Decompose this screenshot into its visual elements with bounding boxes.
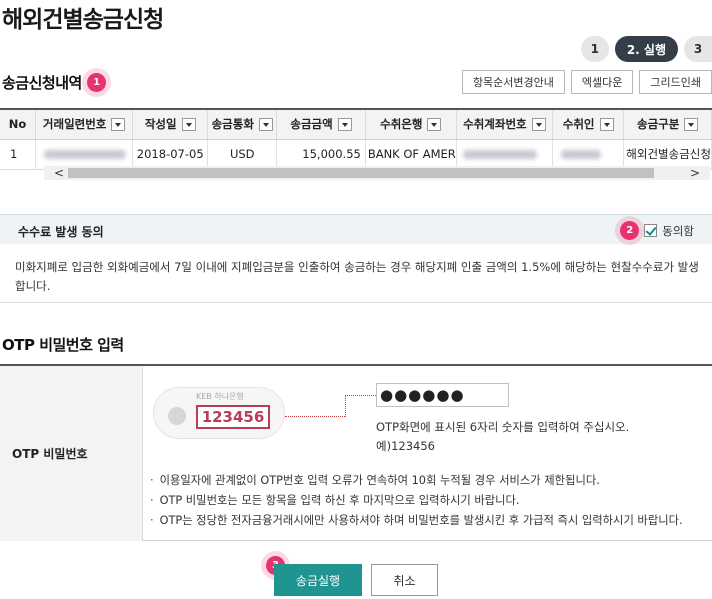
- cell-no: 1: [0, 139, 37, 170]
- scroll-thumb[interactable]: [68, 168, 654, 178]
- chevron-down-icon[interactable]: [684, 118, 699, 132]
- step-3: 3: [684, 36, 712, 62]
- otp-section-title: OTP 비밀번호 입력: [2, 336, 124, 354]
- chevron-down-icon[interactable]: [531, 118, 546, 132]
- otp-hint: OTP화면에 표시된 6자리 숫자를 입력하여 주십시오. 예)123456: [376, 418, 629, 456]
- col-amount-label: 송금금액: [290, 117, 333, 132]
- list-item: OTP는 정당한 전자금융거래시에만 사용하셔야 하며 비밀번호를 발생시킨 후…: [150, 511, 683, 531]
- col-currency-label: 송금통화: [211, 117, 254, 132]
- list-item: OTP 비밀번호는 모든 항목을 입력 하신 후 마지막으로 입력하시기 바랍니…: [150, 491, 683, 511]
- grid-header-row: No 거래일련번호 작성일 송금통화 송금금액 수취은행 수취계좌번호 수취인 …: [0, 108, 712, 140]
- step-indicator: 1 2. 실행 3: [580, 36, 712, 62]
- otp-card-button-icon: [168, 407, 186, 425]
- fee-consent-text: 미화지폐로 입금한 외화예금에서 7일 이내에 지폐입금분을 인출하여 송금하는…: [15, 260, 699, 293]
- otp-notices: 이용일자에 관계없이 OTP번호 입력 오류가 연속하여 10회 누적될 경우 …: [150, 471, 683, 531]
- agree-label[interactable]: 동의함: [662, 223, 694, 239]
- chevron-down-icon[interactable]: [111, 118, 126, 132]
- step-2-current: 2. 실행: [614, 36, 678, 62]
- chevron-down-icon[interactable]: [427, 118, 442, 132]
- chevron-down-icon[interactable]: [181, 118, 196, 132]
- col-amount[interactable]: 송금금액: [276, 108, 366, 140]
- connector-line: [345, 395, 376, 396]
- connector-line: [345, 395, 346, 417]
- badge-1: 1: [86, 73, 106, 92]
- agree-checkbox[interactable]: [644, 224, 658, 237]
- action-buttons: 송금실행 취소: [0, 564, 712, 596]
- grid-horizontal-scrollbar[interactable]: < >: [44, 166, 710, 180]
- fee-consent-bar: 수수료 발생 동의 2 동의함: [0, 214, 712, 244]
- otp-password-input[interactable]: ●●●●●●: [376, 383, 509, 407]
- cell-date: 2018-07-05: [132, 139, 209, 170]
- col-date-label: 작성일: [144, 117, 177, 132]
- cell-type: 해외건별송금신청: [623, 139, 712, 170]
- col-serial[interactable]: 거래일련번호: [35, 108, 134, 140]
- col-currency[interactable]: 송금통화: [207, 108, 278, 140]
- cell-currency: USD: [207, 139, 278, 170]
- remittance-grid: No 거래일련번호 작성일 송금통화 송금금액 수취은행 수취계좌번호 수취인 …: [0, 108, 712, 170]
- submit-remittance-button[interactable]: 송금실행: [274, 564, 362, 596]
- fee-agree-control[interactable]: 2 동의함: [620, 221, 694, 240]
- col-account[interactable]: 수취계좌번호: [456, 108, 554, 140]
- scroll-left-icon[interactable]: <: [54, 166, 64, 180]
- cell-serial-redacted: [35, 139, 134, 170]
- step-1: 1: [580, 36, 609, 62]
- otp-hint-text: OTP화면에 표시된 6자리 숫자를 입력하여 주십시오.: [376, 420, 630, 434]
- grid-print-button[interactable]: 그리드인쇄: [639, 70, 712, 94]
- cancel-button[interactable]: 취소: [371, 564, 438, 596]
- remittance-title-text: 송금신청내역: [2, 74, 82, 92]
- col-bank-label: 수취은행: [380, 117, 423, 132]
- cell-amount: 15,000.55: [276, 139, 366, 170]
- otp-card-illustration: KEB 하나은행 123456: [153, 387, 285, 439]
- otp-field-label: OTP 비밀번호: [0, 366, 143, 541]
- col-serial-label: 거래일련번호: [42, 117, 107, 132]
- excel-download-button[interactable]: 엑셀다운: [570, 70, 634, 94]
- col-type[interactable]: 송금구분: [623, 108, 712, 140]
- col-account-label: 수취계좌번호: [463, 117, 527, 132]
- col-bank[interactable]: 수취은행: [365, 108, 457, 140]
- col-type-label: 송금구분: [636, 117, 680, 132]
- connector-line: [285, 416, 345, 417]
- fee-consent-title: 수수료 발생 동의: [18, 225, 104, 239]
- cell-account-redacted: [456, 139, 554, 170]
- grid-toolbar: 항목순서변경안내 엑셀다운 그리드인쇄: [461, 70, 712, 94]
- otp-card-brand: KEB 하나은행: [196, 392, 244, 401]
- badge-2: 2: [620, 221, 640, 240]
- col-date[interactable]: 작성일: [132, 108, 209, 140]
- cell-bank: BANK OF AMER: [365, 139, 457, 170]
- otp-example-text: 예)123456: [376, 439, 435, 453]
- column-order-guide-button[interactable]: 항목순서변경안내: [461, 70, 565, 94]
- col-recipient-label: 수취인: [562, 117, 595, 132]
- table-row[interactable]: 1 2018-07-05 USD 15,000.55 BANK OF AMER …: [0, 139, 712, 170]
- chevron-down-icon[interactable]: [337, 118, 352, 132]
- scroll-right-icon[interactable]: >: [690, 166, 700, 180]
- col-no: No: [0, 108, 37, 140]
- cell-recipient-redacted: [552, 139, 625, 170]
- section-divider: [0, 302, 712, 303]
- remittance-section-title: 송금신청내역 1: [2, 72, 106, 93]
- otp-card-digits: 123456: [196, 405, 270, 429]
- list-item: 이용일자에 관계없이 OTP번호 입력 오류가 연속하여 10회 누적될 경우 …: [150, 471, 683, 491]
- chevron-down-icon[interactable]: [258, 118, 273, 132]
- page-title: 해외건별송금신청: [2, 7, 164, 33]
- col-recipient[interactable]: 수취인: [552, 108, 625, 140]
- otp-form: OTP 비밀번호 KEB 하나은행 123456 ●●●●●● OTP화면에 표…: [0, 364, 712, 541]
- chevron-down-icon[interactable]: [599, 118, 614, 132]
